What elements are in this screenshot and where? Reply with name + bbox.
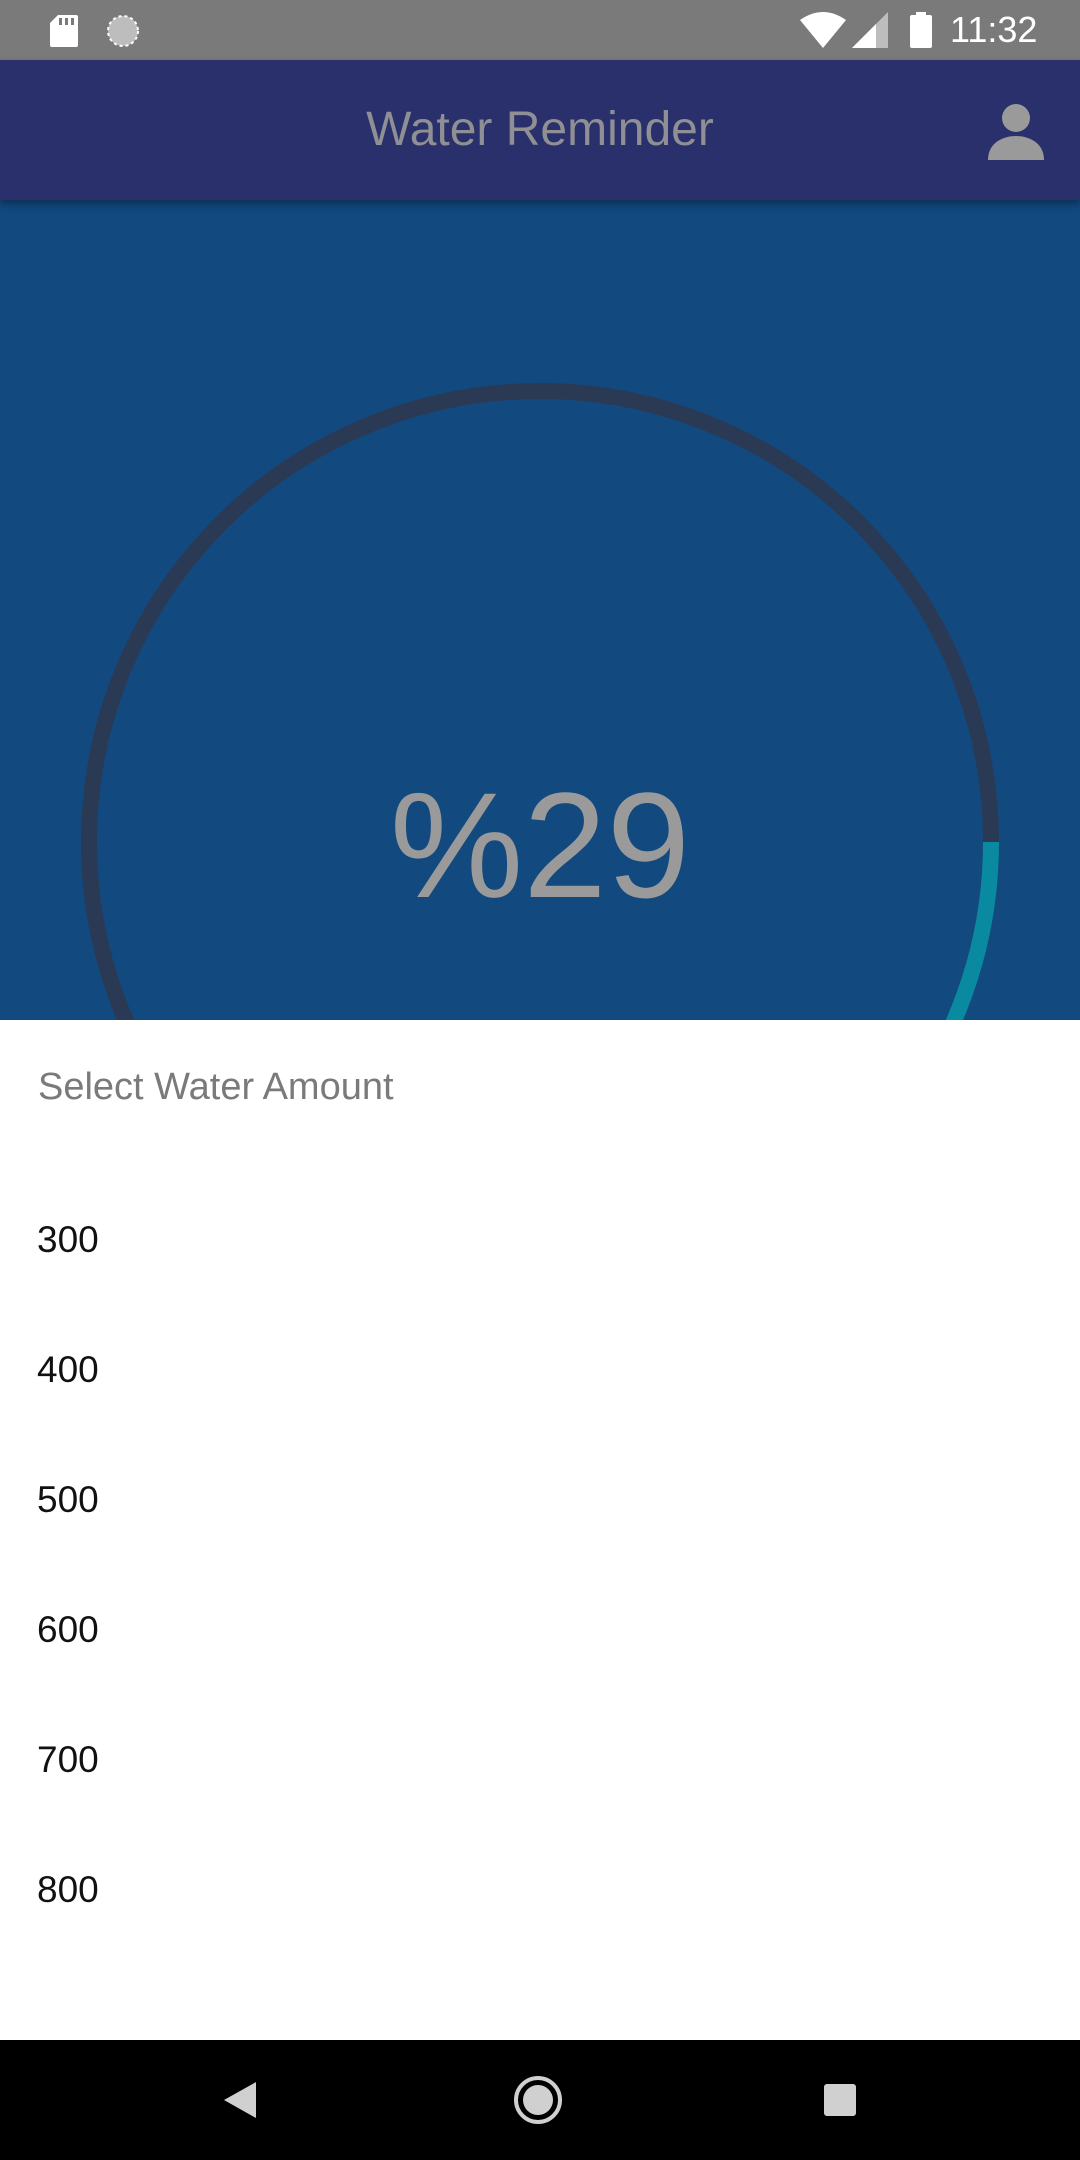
app-bar: Water Reminder: [0, 60, 1080, 200]
app-title: Water Reminder: [366, 103, 714, 156]
progress-percent: %29: [389, 761, 691, 929]
amount-option-400[interactable]: 400: [0, 1305, 1080, 1435]
recents-icon[interactable]: [810, 2070, 870, 2130]
progress-area: %29: [0, 200, 1080, 1020]
amount-option-700[interactable]: 700: [0, 1695, 1080, 1825]
status-time: 11:32: [950, 9, 1038, 50]
home-icon[interactable]: [508, 2070, 568, 2130]
screen: 11:32 Water Reminder %29 Select Water Am…: [0, 0, 1080, 2160]
wifi-icon: [800, 12, 846, 48]
amount-option-300[interactable]: 300: [0, 1175, 1080, 1305]
battery-icon: [910, 12, 932, 48]
navigation-bar: [0, 2040, 1080, 2160]
amount-option-500[interactable]: 500: [0, 1435, 1080, 1565]
water-amount-sheet: Select Water Amount 300 400 500 600 700 …: [0, 1020, 1080, 2040]
sheet-title: Select Water Amount: [38, 1066, 394, 1108]
amount-option-600[interactable]: 600: [0, 1565, 1080, 1695]
cell-signal-icon: [852, 12, 888, 48]
amount-list: 300 400 500 600 700 800: [0, 1175, 1080, 1955]
sd-card-icon: [50, 15, 78, 47]
person-icon[interactable]: [984, 100, 1048, 164]
amount-option-800[interactable]: 800: [0, 1825, 1080, 1955]
sync-icon: [107, 15, 139, 47]
back-icon[interactable]: [210, 2070, 270, 2130]
status-bar: 11:32: [0, 0, 1080, 60]
